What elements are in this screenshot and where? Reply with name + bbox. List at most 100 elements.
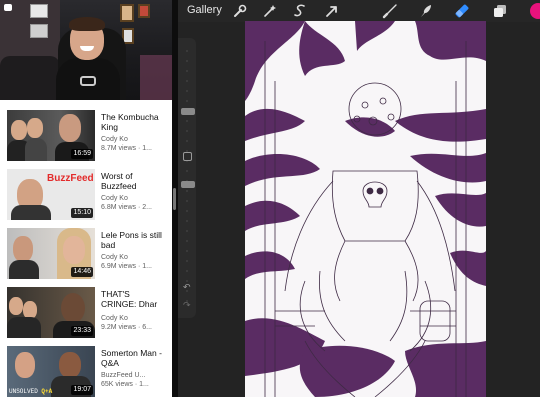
shelf-decor xyxy=(30,24,48,38)
video-thumbnail[interactable]: 23:33 xyxy=(7,287,95,338)
hair-shape xyxy=(355,21,395,51)
wrench-icon[interactable] xyxy=(232,3,248,19)
channel-name: Cody Ko xyxy=(101,195,128,202)
list-item[interactable]: BuzzFeed 15:10 Worst of Buzzfeed Cody Ko… xyxy=(0,161,172,220)
thumbnail-person xyxy=(7,317,41,338)
hair-shape xyxy=(245,154,320,186)
eye-ring xyxy=(379,97,387,105)
wall-frame xyxy=(138,4,150,18)
video-thumbnail[interactable]: 14:46 xyxy=(7,228,95,279)
video-stats: 9.2M views · 6... xyxy=(101,324,152,331)
slider-track xyxy=(186,50,188,310)
hoodie-logo xyxy=(80,76,96,86)
eye-ring xyxy=(387,113,395,121)
gallery-button[interactable]: Gallery xyxy=(187,4,222,16)
arm-outline xyxy=(284,180,456,292)
thumbnail-face xyxy=(15,352,35,378)
hair-shape xyxy=(415,21,486,61)
eye-ring xyxy=(361,101,369,109)
shelf-decor xyxy=(30,4,48,18)
brush-size-slider[interactable] xyxy=(181,108,195,115)
thumbnail-face xyxy=(59,114,81,142)
video-thumbnail[interactable]: 16:59 xyxy=(7,110,95,161)
video-stats: 65K views · 1... xyxy=(101,381,149,388)
selection-icon[interactable] xyxy=(292,3,308,19)
video-title[interactable]: Lele Pons is still bad xyxy=(101,230,167,250)
thumbnail-person xyxy=(25,138,47,161)
hair-shape xyxy=(405,341,486,397)
artwork xyxy=(245,21,486,397)
hair-shape xyxy=(410,153,486,183)
video-duration: 23:33 xyxy=(71,326,93,336)
skull-eye xyxy=(366,187,374,195)
thumbnail-text: BuzzFeed xyxy=(47,173,94,184)
skull-outline xyxy=(362,181,388,208)
split-view-grip[interactable] xyxy=(173,188,176,210)
transform-icon[interactable] xyxy=(324,3,340,19)
video-player[interactable] xyxy=(0,0,172,100)
hair-shape xyxy=(450,250,486,286)
toolbar: Gallery xyxy=(178,0,540,22)
video-stats: 6.9M views · 1... xyxy=(101,263,152,270)
video-duration: 14:46 xyxy=(71,267,93,277)
video-thumbnail[interactable]: BuzzFeed 15:10 xyxy=(7,169,95,220)
hair-shape xyxy=(299,21,345,76)
video-duration: 16:59 xyxy=(71,149,93,159)
thumbnail-face xyxy=(27,118,43,138)
video-stats: 6.8M views · 2... xyxy=(101,204,152,211)
eraser-icon[interactable] xyxy=(454,3,470,19)
list-item[interactable]: 14:46 Lele Pons is still bad Cody Ko 6.9… xyxy=(0,220,172,279)
channel-name: Cody Ko xyxy=(101,315,128,322)
list-item[interactable]: 16:59 The Kombucha King Cody Ko 8.7M vie… xyxy=(0,102,172,161)
channel-name: Cody Ko xyxy=(101,136,128,143)
video-duration: 15:10 xyxy=(71,208,93,218)
video-title[interactable]: Worst of Buzzfeed xyxy=(101,171,167,191)
channel-name: Cody Ko xyxy=(101,254,128,261)
video-duration: 19:07 xyxy=(71,385,93,395)
sofa xyxy=(0,56,60,100)
opacity-slider[interactable] xyxy=(181,181,195,188)
hair-shape xyxy=(245,200,300,231)
video-stats: 8.7M views · 1... xyxy=(101,145,152,152)
video-title[interactable]: Somerton Man - Q&A xyxy=(101,348,167,368)
brush-icon[interactable] xyxy=(382,3,398,19)
hair-shape xyxy=(345,117,395,137)
youtube-pane: 16:59 The Kombucha King Cody Ko 8.7M vie… xyxy=(0,0,172,397)
wall-frame xyxy=(120,4,134,22)
thumbnail-face xyxy=(9,297,23,315)
redo-icon[interactable]: ↷ xyxy=(183,300,191,311)
modify-button[interactable] xyxy=(183,152,192,161)
drawing-canvas[interactable] xyxy=(245,21,486,397)
brush-sidebar: ↶ ↷ xyxy=(178,38,196,318)
video-thumbnail[interactable]: UNSOLVED Q+A 19:07 xyxy=(7,346,95,397)
lamp-glow xyxy=(140,55,172,100)
thumbnail-face xyxy=(63,236,85,264)
up-next-list: 16:59 The Kombucha King Cody Ko 8.7M vie… xyxy=(0,102,172,397)
hair-shape xyxy=(299,345,395,397)
smudge-icon[interactable] xyxy=(418,3,434,19)
hand-outline xyxy=(419,300,451,342)
video-title[interactable]: THAT'S CRINGE: Dhar Mann xyxy=(101,289,167,311)
channel-name: BuzzFeed U... xyxy=(101,372,146,379)
torso-outline xyxy=(331,170,419,242)
list-item[interactable]: 23:33 THAT'S CRINGE: Dhar Mann Cody Ko 9… xyxy=(0,279,172,338)
hair-shape xyxy=(435,193,486,227)
procreate-pane: Gallery ↶ ↷ xyxy=(178,0,540,397)
thumbnail-face xyxy=(13,236,33,262)
thumbnail-face xyxy=(59,352,81,378)
thumbnail-face xyxy=(61,293,85,323)
layers-icon[interactable] xyxy=(492,3,508,19)
video-title[interactable]: The Kombucha King xyxy=(101,112,167,132)
thumbnail-person xyxy=(9,260,39,279)
list-item[interactable]: UNSOLVED Q+A 19:07 Somerton Man - Q&A Bu… xyxy=(0,338,172,397)
youtube-play-icon xyxy=(4,4,12,11)
undo-icon[interactable]: ↶ xyxy=(183,282,191,293)
color-icon[interactable] xyxy=(530,3,540,19)
hair-shape xyxy=(395,109,486,142)
skull-eye xyxy=(376,187,384,195)
thumbnail-face xyxy=(11,120,27,140)
hips-outline xyxy=(334,240,419,302)
magic-wand-icon[interactable] xyxy=(262,3,278,19)
presenter-hair xyxy=(69,17,105,31)
thumbnail-person xyxy=(11,205,51,220)
